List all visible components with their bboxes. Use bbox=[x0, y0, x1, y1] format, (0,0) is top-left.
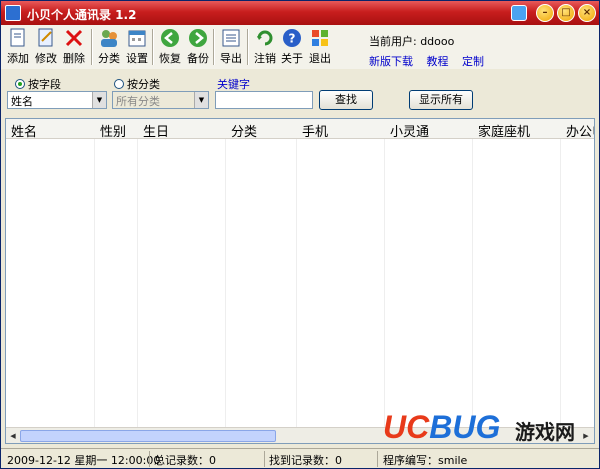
top-links: 新版下载 教程 定制 bbox=[369, 53, 494, 69]
logout-label: 注销 bbox=[254, 52, 276, 65]
scroll-left-icon[interactable]: ◀ bbox=[7, 430, 19, 442]
current-user: 当前用户: ddooo bbox=[369, 35, 455, 48]
refresh-icon bbox=[257, 30, 273, 46]
exit-button[interactable]: 退出 bbox=[307, 27, 333, 67]
toolbar-separator bbox=[247, 29, 249, 65]
settings-button[interactable]: 设置 bbox=[124, 27, 150, 67]
restore-button[interactable]: 恢复 bbox=[157, 27, 183, 67]
download-link[interactable]: 新版下载 bbox=[369, 55, 413, 68]
add-button[interactable]: 添加 bbox=[5, 27, 31, 67]
backup-button[interactable]: 备份 bbox=[185, 27, 211, 67]
category-label: 分类 bbox=[98, 52, 120, 65]
category-select-value: 所有分类 bbox=[116, 95, 160, 108]
radio-unchecked-icon bbox=[114, 79, 124, 89]
ucbug-watermark: UCBUG 游戏网 bbox=[383, 409, 593, 453]
category-button[interactable]: 分类 bbox=[96, 27, 122, 67]
close-button[interactable]: × bbox=[578, 4, 596, 22]
edit-button[interactable]: 修改 bbox=[33, 27, 59, 67]
skin-icon[interactable] bbox=[511, 5, 527, 21]
new-document-icon bbox=[10, 28, 25, 47]
col-birthday[interactable]: 生日 bbox=[143, 121, 169, 140]
delete-x-icon bbox=[65, 29, 83, 47]
delete-label: 删除 bbox=[63, 52, 85, 65]
radio-by-field[interactable]: 按字段 bbox=[15, 76, 61, 92]
column-divider bbox=[472, 139, 473, 429]
col-home-phone[interactable]: 家庭座机 bbox=[478, 121, 530, 140]
chevron-down-icon[interactable]: ▼ bbox=[92, 92, 106, 108]
window-title: 小贝个人通讯录 1.2 bbox=[27, 8, 137, 22]
col-phs[interactable]: 小灵通 bbox=[390, 121, 429, 140]
col-name[interactable]: 姓名 bbox=[11, 121, 37, 140]
export-button[interactable]: 导出 bbox=[218, 27, 244, 67]
edit-label: 修改 bbox=[35, 52, 57, 65]
restore-label: 恢复 bbox=[159, 52, 181, 65]
keyword-input[interactable] bbox=[215, 91, 313, 109]
toolbar-separator bbox=[152, 29, 154, 65]
column-divider bbox=[94, 139, 95, 429]
radio-by-category[interactable]: 按分类 bbox=[114, 76, 160, 92]
field-select-value: 姓名 bbox=[11, 95, 33, 108]
title-bar[interactable]: 小贝个人通讯录 1.2 – □ × bbox=[1, 1, 599, 25]
toolbar: 添加 修改 删除 分类 设置 恢复 备份 导出 注销 ? 关于 退出 当前用户:… bbox=[1, 25, 599, 69]
help-icon: ? bbox=[283, 29, 301, 47]
contacts-grid[interactable]: 姓名 性别 生日 分类 手机 小灵通 家庭座机 办公电 ◀ ▶ bbox=[5, 118, 595, 444]
back-arrow-icon bbox=[161, 29, 179, 47]
keyword-label: 关键字 bbox=[217, 78, 250, 91]
radio-checked-icon bbox=[15, 79, 25, 89]
column-divider bbox=[560, 139, 561, 429]
status-total: 总记录数：0 bbox=[154, 454, 216, 467]
chevron-down-icon[interactable]: ▼ bbox=[194, 92, 208, 108]
about-label: 关于 bbox=[281, 52, 303, 65]
export-list-icon bbox=[222, 29, 240, 47]
app-window: 小贝个人通讯录 1.2 – □ × 添加 修改 删除 分类 设置 恢复 备份 导… bbox=[0, 0, 600, 469]
column-divider bbox=[296, 139, 297, 429]
col-gender[interactable]: 性别 bbox=[100, 121, 126, 140]
backup-label: 备份 bbox=[187, 52, 209, 65]
logout-button[interactable]: 注销 bbox=[252, 27, 278, 67]
radio-by-category-label: 按分类 bbox=[127, 78, 160, 91]
customize-link[interactable]: 定制 bbox=[462, 55, 484, 68]
toolbar-separator bbox=[91, 29, 93, 65]
windows-logo-icon bbox=[312, 30, 328, 46]
col-office-phone[interactable]: 办公电 bbox=[566, 121, 594, 140]
maximize-button[interactable]: □ bbox=[557, 4, 575, 22]
minimize-button[interactable]: – bbox=[536, 4, 554, 22]
add-label: 添加 bbox=[7, 52, 29, 65]
exit-label: 退出 bbox=[309, 52, 331, 65]
field-select[interactable]: 姓名 ▼ bbox=[7, 91, 107, 109]
col-mobile[interactable]: 手机 bbox=[302, 121, 328, 140]
find-button[interactable]: 查找 bbox=[319, 90, 373, 110]
grid-header: 姓名 性别 生日 分类 手机 小灵通 家庭座机 办公电 bbox=[6, 119, 594, 140]
ucbug-logo: UCBUG bbox=[383, 409, 501, 445]
status-divider bbox=[377, 451, 378, 467]
toolbar-separator bbox=[213, 29, 215, 65]
watermark-cn-text: 游戏网 bbox=[515, 420, 575, 444]
show-all-button[interactable]: 显示所有 bbox=[409, 90, 473, 110]
col-category[interactable]: 分类 bbox=[231, 121, 257, 140]
calendar-settings-icon bbox=[128, 30, 146, 47]
column-divider bbox=[137, 139, 138, 429]
about-button[interactable]: ? 关于 bbox=[279, 27, 305, 67]
column-divider bbox=[225, 139, 226, 429]
radio-by-field-label: 按字段 bbox=[28, 78, 61, 91]
settings-label: 设置 bbox=[126, 52, 148, 65]
status-author: 程序编写：smile bbox=[383, 454, 468, 467]
delete-button[interactable]: 删除 bbox=[61, 27, 87, 67]
status-datetime: 2009-12-12 星期一 12:00:00 bbox=[7, 454, 161, 467]
app-icon bbox=[5, 5, 21, 21]
tutorial-link[interactable]: 教程 bbox=[427, 55, 449, 68]
scroll-thumb[interactable] bbox=[20, 430, 276, 442]
column-divider bbox=[384, 139, 385, 429]
status-divider bbox=[264, 451, 265, 467]
status-divider bbox=[149, 451, 150, 467]
svg-text:?: ? bbox=[289, 32, 296, 46]
export-label: 导出 bbox=[220, 52, 242, 65]
users-icon bbox=[101, 30, 117, 47]
category-select[interactable]: 所有分类 ▼ bbox=[112, 91, 209, 109]
edit-document-icon bbox=[38, 28, 53, 47]
status-found: 找到记录数：0 bbox=[269, 454, 342, 467]
forward-arrow-icon bbox=[189, 29, 207, 47]
